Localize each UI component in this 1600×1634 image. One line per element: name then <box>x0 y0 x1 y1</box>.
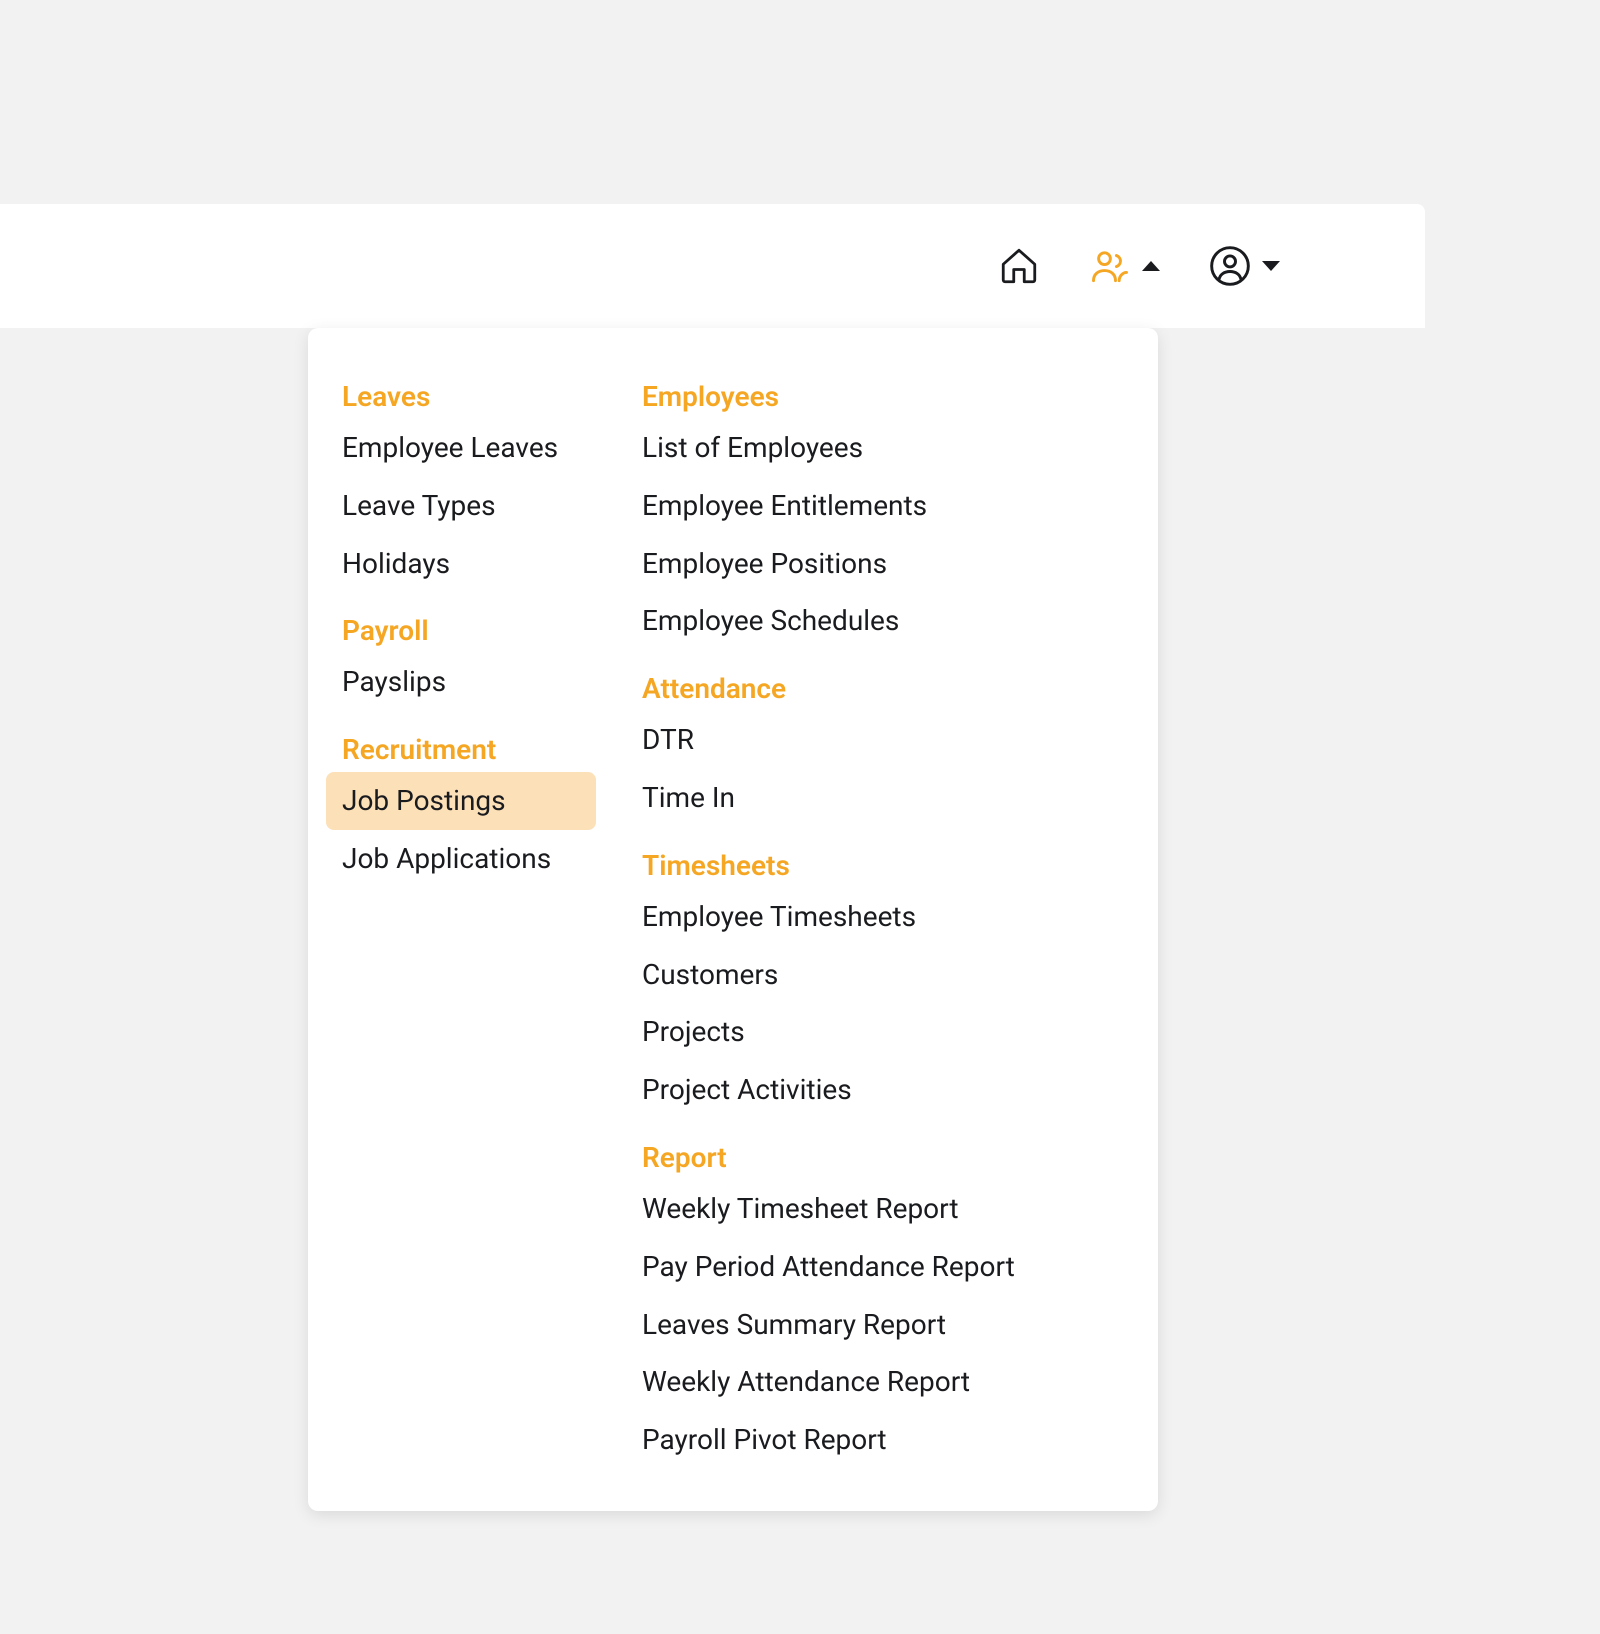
top-nav-bar <box>0 204 1425 328</box>
menu-item-employee-positions[interactable]: Employee Positions <box>626 535 1140 593</box>
menu-item-leaves-summary-report[interactable]: Leaves Summary Report <box>626 1296 1140 1354</box>
user-dropdown[interactable] <box>1208 244 1280 288</box>
menu-item-employee-entitlements[interactable]: Employee Entitlements <box>626 477 1140 535</box>
menu-item-holidays[interactable]: Holidays <box>326 535 596 593</box>
menu-item-list-employees[interactable]: List of Employees <box>626 419 1140 477</box>
nav-dropdown-menu: Leaves Employee Leaves Leave Types Holid… <box>308 328 1158 1511</box>
category-attendance: Attendance <box>626 662 1140 711</box>
menu-item-employee-timesheets[interactable]: Employee Timesheets <box>626 888 1140 946</box>
menu-item-payslips[interactable]: Payslips <box>326 653 596 711</box>
menu-item-customers[interactable]: Customers <box>626 946 1140 1004</box>
category-report: Report <box>626 1131 1140 1180</box>
menu-item-job-postings[interactable]: Job Postings <box>326 772 596 830</box>
category-leaves: Leaves <box>326 370 596 419</box>
menu-item-employee-leaves[interactable]: Employee Leaves <box>326 419 596 477</box>
menu-item-weekly-attendance-report[interactable]: Weekly Attendance Report <box>626 1353 1140 1411</box>
menu-item-pay-period-attendance-report[interactable]: Pay Period Attendance Report <box>626 1238 1140 1296</box>
menu-item-job-applications[interactable]: Job Applications <box>326 830 596 888</box>
menu-item-payroll-pivot-report[interactable]: Payroll Pivot Report <box>626 1411 1140 1469</box>
home-button[interactable] <box>998 245 1040 287</box>
home-icon <box>998 245 1040 287</box>
menu-item-leave-types[interactable]: Leave Types <box>326 477 596 535</box>
user-icon <box>1208 244 1252 288</box>
menu-item-project-activities[interactable]: Project Activities <box>626 1061 1140 1119</box>
category-employees: Employees <box>626 370 1140 419</box>
people-icon <box>1088 244 1132 288</box>
category-timesheets: Timesheets <box>626 839 1140 888</box>
category-payroll: Payroll <box>326 604 596 653</box>
caret-up-icon <box>1142 261 1160 271</box>
menu-item-projects[interactable]: Projects <box>626 1003 1140 1061</box>
menu-column-right: Employees List of Employees Employee Ent… <box>626 370 1140 1469</box>
menu-column-left: Leaves Employee Leaves Leave Types Holid… <box>326 370 596 1469</box>
category-recruitment: Recruitment <box>326 723 596 772</box>
menu-item-dtr[interactable]: DTR <box>626 711 1140 769</box>
menu-item-weekly-timesheet-report[interactable]: Weekly Timesheet Report <box>626 1180 1140 1238</box>
caret-down-icon <box>1262 261 1280 271</box>
menu-item-time-in[interactable]: Time In <box>626 769 1140 827</box>
menu-item-employee-schedules[interactable]: Employee Schedules <box>626 592 1140 650</box>
people-dropdown[interactable] <box>1088 244 1160 288</box>
